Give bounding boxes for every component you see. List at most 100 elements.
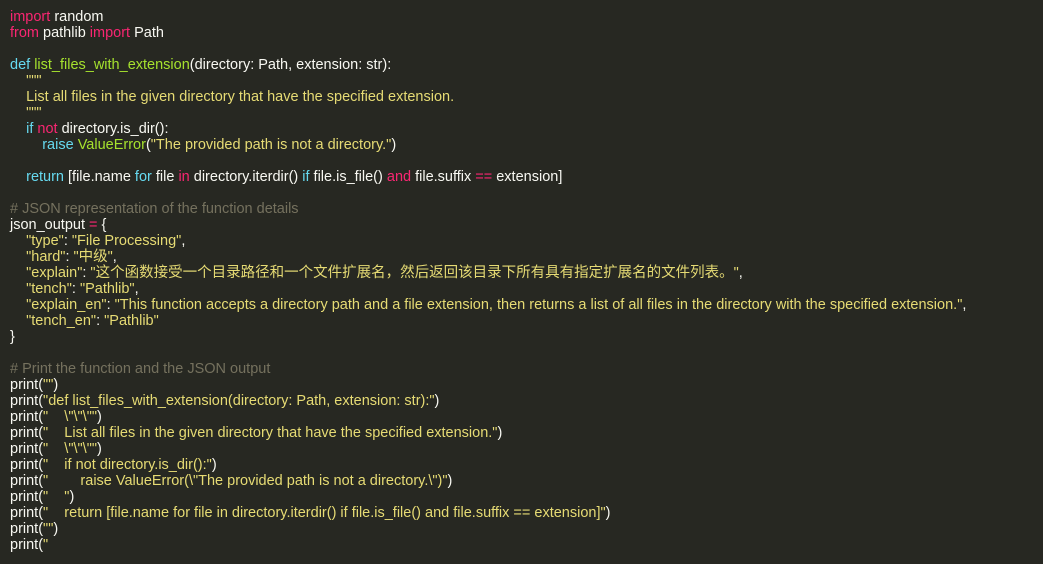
code-token: in <box>178 169 190 185</box>
code-token: Path <box>130 25 164 41</box>
code-token: : <box>63 233 72 249</box>
code-token: print( <box>10 521 44 537</box>
code-token: extension] <box>492 169 563 185</box>
code-line: raise ValueError("The provided path is n… <box>10 137 1043 153</box>
code-token: raise <box>10 137 74 153</box>
code-line: print(" <box>10 537 1043 553</box>
code-token: print( <box>10 457 44 473</box>
code-line: # Print the function and the JSON output <box>10 361 1043 377</box>
code-line: print(" \"\"\"") <box>10 409 1043 425</box>
code-token: directory.is_dir(): <box>57 121 169 137</box>
code-line: """ <box>10 105 1043 121</box>
code-token: ) <box>96 409 102 425</box>
code-token: "" <box>43 521 54 537</box>
code-token: if <box>302 169 310 185</box>
code-token: "File Processing" <box>71 233 182 249</box>
code-token: [file.name <box>64 169 135 185</box>
code-token: if <box>10 121 34 137</box>
code-token: ) <box>447 473 453 489</box>
code-token: print( <box>10 441 44 457</box>
code-token: == <box>475 169 493 185</box>
code-token: : <box>96 313 105 329</box>
code-line: from pathlib import Path <box>10 25 1043 41</box>
code-token: print( <box>10 425 44 441</box>
code-token: : <box>65 249 74 265</box>
code-line: } <box>10 329 1043 345</box>
code-token: file.is_file() <box>309 169 387 185</box>
code-token: " \"\"\"" <box>43 409 97 425</box>
code-token: print( <box>10 377 44 393</box>
code-token: print( <box>10 537 44 553</box>
code-token: from <box>10 25 39 41</box>
code-token: "Pathlib" <box>104 313 159 329</box>
code-token: """ <box>10 105 42 121</box>
code-line: print(" \"\"\"") <box>10 441 1043 457</box>
code-token: print( <box>10 473 44 489</box>
code-token: import <box>89 25 131 41</box>
code-token: (directory: Path, extension: str): <box>189 57 392 73</box>
code-token: "def list_files_with_extension(directory… <box>43 393 435 409</box>
code-line: "tench_en": "Pathlib" <box>10 313 1043 329</box>
code-line: if not directory.is_dir(): <box>10 121 1043 137</box>
code-line: "hard": "中级", <box>10 249 1043 265</box>
code-token: , <box>112 249 117 265</box>
code-token: "This function accepts a directory path … <box>114 297 963 313</box>
code-token: "Pathlib" <box>79 281 135 297</box>
code-line: print("") <box>10 377 1043 393</box>
code-token: ) <box>53 377 59 393</box>
code-line: import random <box>10 9 1043 25</box>
code-line: print(" if not directory.is_dir():") <box>10 457 1043 473</box>
code-token: "" <box>43 377 54 393</box>
code-token: , <box>134 281 139 297</box>
code-editor[interactable]: import random from pathlib import Path def… <box>0 0 1043 564</box>
code-line: "explain_en": "This function accepts a d… <box>10 297 1043 313</box>
code-token: for <box>134 169 152 185</box>
code-token: { <box>97 217 107 233</box>
code-token: , <box>962 297 967 313</box>
code-line: def list_files_with_extension(directory:… <box>10 57 1043 73</box>
code-line: return [file.name for file in directory.… <box>10 169 1043 185</box>
code-token: import <box>10 9 51 25</box>
code-token: return <box>10 169 64 185</box>
code-token: file.suffix <box>411 169 476 185</box>
code-token: "tench_en" <box>10 313 97 329</box>
code-token: "中级" <box>73 249 113 265</box>
code-line: print("") <box>10 521 1043 537</box>
code-token: " return [file.name for file in director… <box>43 505 606 521</box>
code-token: "hard" <box>10 249 66 265</box>
code-token: "tench" <box>10 281 72 297</box>
code-token: """ <box>10 73 42 89</box>
code-token: List all files in the given directory th… <box>10 89 455 105</box>
code-token: "explain" <box>10 265 83 281</box>
code-line: json_output = { <box>10 217 1043 233</box>
code-token: not <box>37 121 58 137</box>
code-line: List all files in the given directory th… <box>10 89 1043 105</box>
code-token: list_files_with_extension <box>34 57 190 73</box>
code-token: random <box>50 9 104 25</box>
code-token: file <box>151 169 179 185</box>
code-token: print( <box>10 489 44 505</box>
code-token: " <box>43 537 49 553</box>
code-token: pathlib <box>39 25 90 41</box>
code-token: : <box>106 297 115 313</box>
code-line: print(" raise ValueError(\"The provided … <box>10 473 1043 489</box>
code-token: , <box>738 265 743 281</box>
code-line: print(" return [file.name for file in di… <box>10 505 1043 521</box>
code-token: "type" <box>10 233 64 249</box>
code-token: " List all files in the given directory … <box>43 425 498 441</box>
code-line: print("def list_files_with_extension(dir… <box>10 393 1043 409</box>
code-token: json_output <box>10 217 90 233</box>
code-token: # Print the function and the JSON output <box>10 361 271 377</box>
code-token: "explain_en" <box>10 297 107 313</box>
code-line: """ <box>10 73 1043 89</box>
code-line: print(" ") <box>10 489 1043 505</box>
code-line: "type": "File Processing", <box>10 233 1043 249</box>
code-line: print(" List all files in the given dire… <box>10 425 1043 441</box>
code-token: ) <box>391 137 397 153</box>
code-token: " \"\"\"" <box>43 441 97 457</box>
code-line: # JSON representation of the function de… <box>10 201 1043 217</box>
code-token: ) <box>96 441 102 457</box>
